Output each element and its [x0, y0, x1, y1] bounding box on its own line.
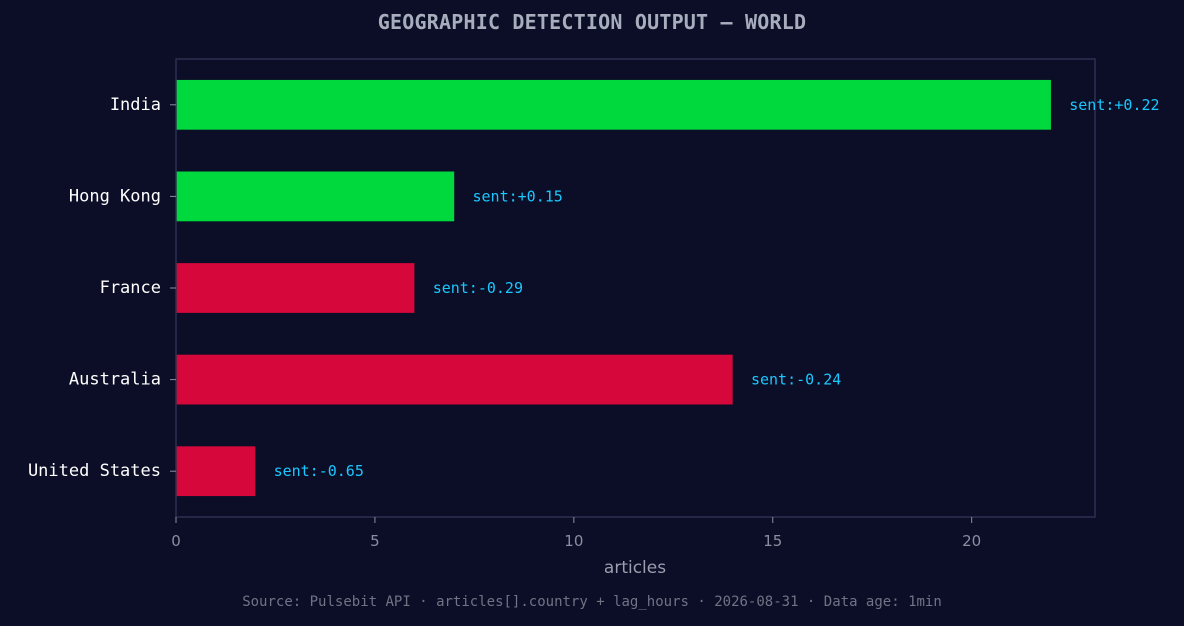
sentiment-annotation: sent:+0.22	[1069, 96, 1159, 114]
source-note: Source: Pulsebit API · articles[].countr…	[242, 594, 942, 610]
sentiment-annotation: sent:-0.29	[433, 279, 523, 297]
category-label: Hong Kong	[69, 186, 161, 206]
x-axis-label: articles	[604, 558, 666, 578]
category-label: France	[100, 278, 161, 298]
bars-layer	[175, 79, 1052, 497]
sentiment-annotation: sent:-0.24	[751, 371, 841, 389]
x-tick-label: 15	[763, 532, 782, 550]
bar-chart: India sent:+0.22 Hong Kong sent:+0.15 France…	[28, 58, 1160, 578]
bar-4	[175, 445, 256, 497]
bar-0	[175, 79, 1052, 131]
x-tick-label: 0	[171, 532, 181, 550]
x-tick-label: 5	[370, 532, 380, 550]
category-label: United States	[28, 461, 161, 481]
category-label: India	[110, 95, 161, 115]
x-tick-label: 20	[962, 532, 981, 550]
sentiment-annotation: sent:+0.15	[472, 187, 562, 205]
sentiment-annotation: sent:-0.65	[274, 462, 364, 480]
category-label: Australia	[69, 370, 161, 390]
bar-3	[175, 354, 734, 406]
x-tick-label: 10	[564, 532, 583, 550]
bar-2	[175, 262, 416, 314]
bar-1	[175, 170, 455, 222]
